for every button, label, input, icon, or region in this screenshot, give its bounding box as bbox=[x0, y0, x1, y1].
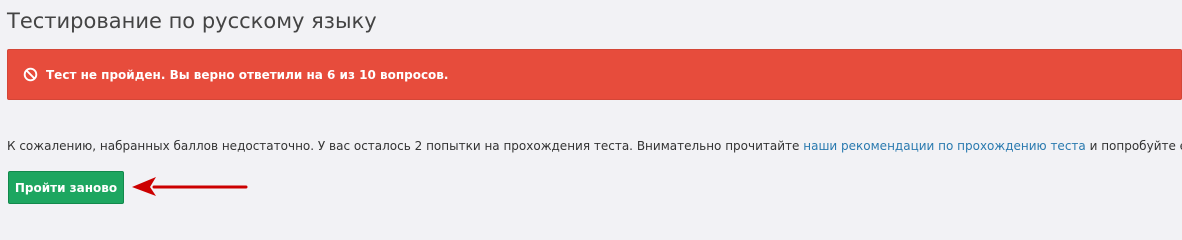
result-message: К сожалению, набранных баллов недостаточ… bbox=[7, 138, 1182, 154]
recommendations-link[interactable]: наши рекомендации по прохождению теста bbox=[803, 139, 1086, 153]
error-alert: Тест не пройден. Вы верно ответили на 6 … bbox=[7, 49, 1182, 100]
page-title: Тестирование по русскому языку bbox=[7, 9, 377, 33]
message-text-before-link: К сожалению, набранных баллов недостаточ… bbox=[7, 139, 804, 153]
pointer-arrow-icon bbox=[132, 177, 248, 196]
retry-button[interactable]: Пройти заново bbox=[8, 171, 124, 204]
message-text-after-link: и попробуйте еще раз! bbox=[1089, 139, 1182, 153]
ban-icon bbox=[23, 67, 38, 82]
alert-text: Тест не пройден. Вы верно ответили на 6 … bbox=[46, 67, 449, 82]
